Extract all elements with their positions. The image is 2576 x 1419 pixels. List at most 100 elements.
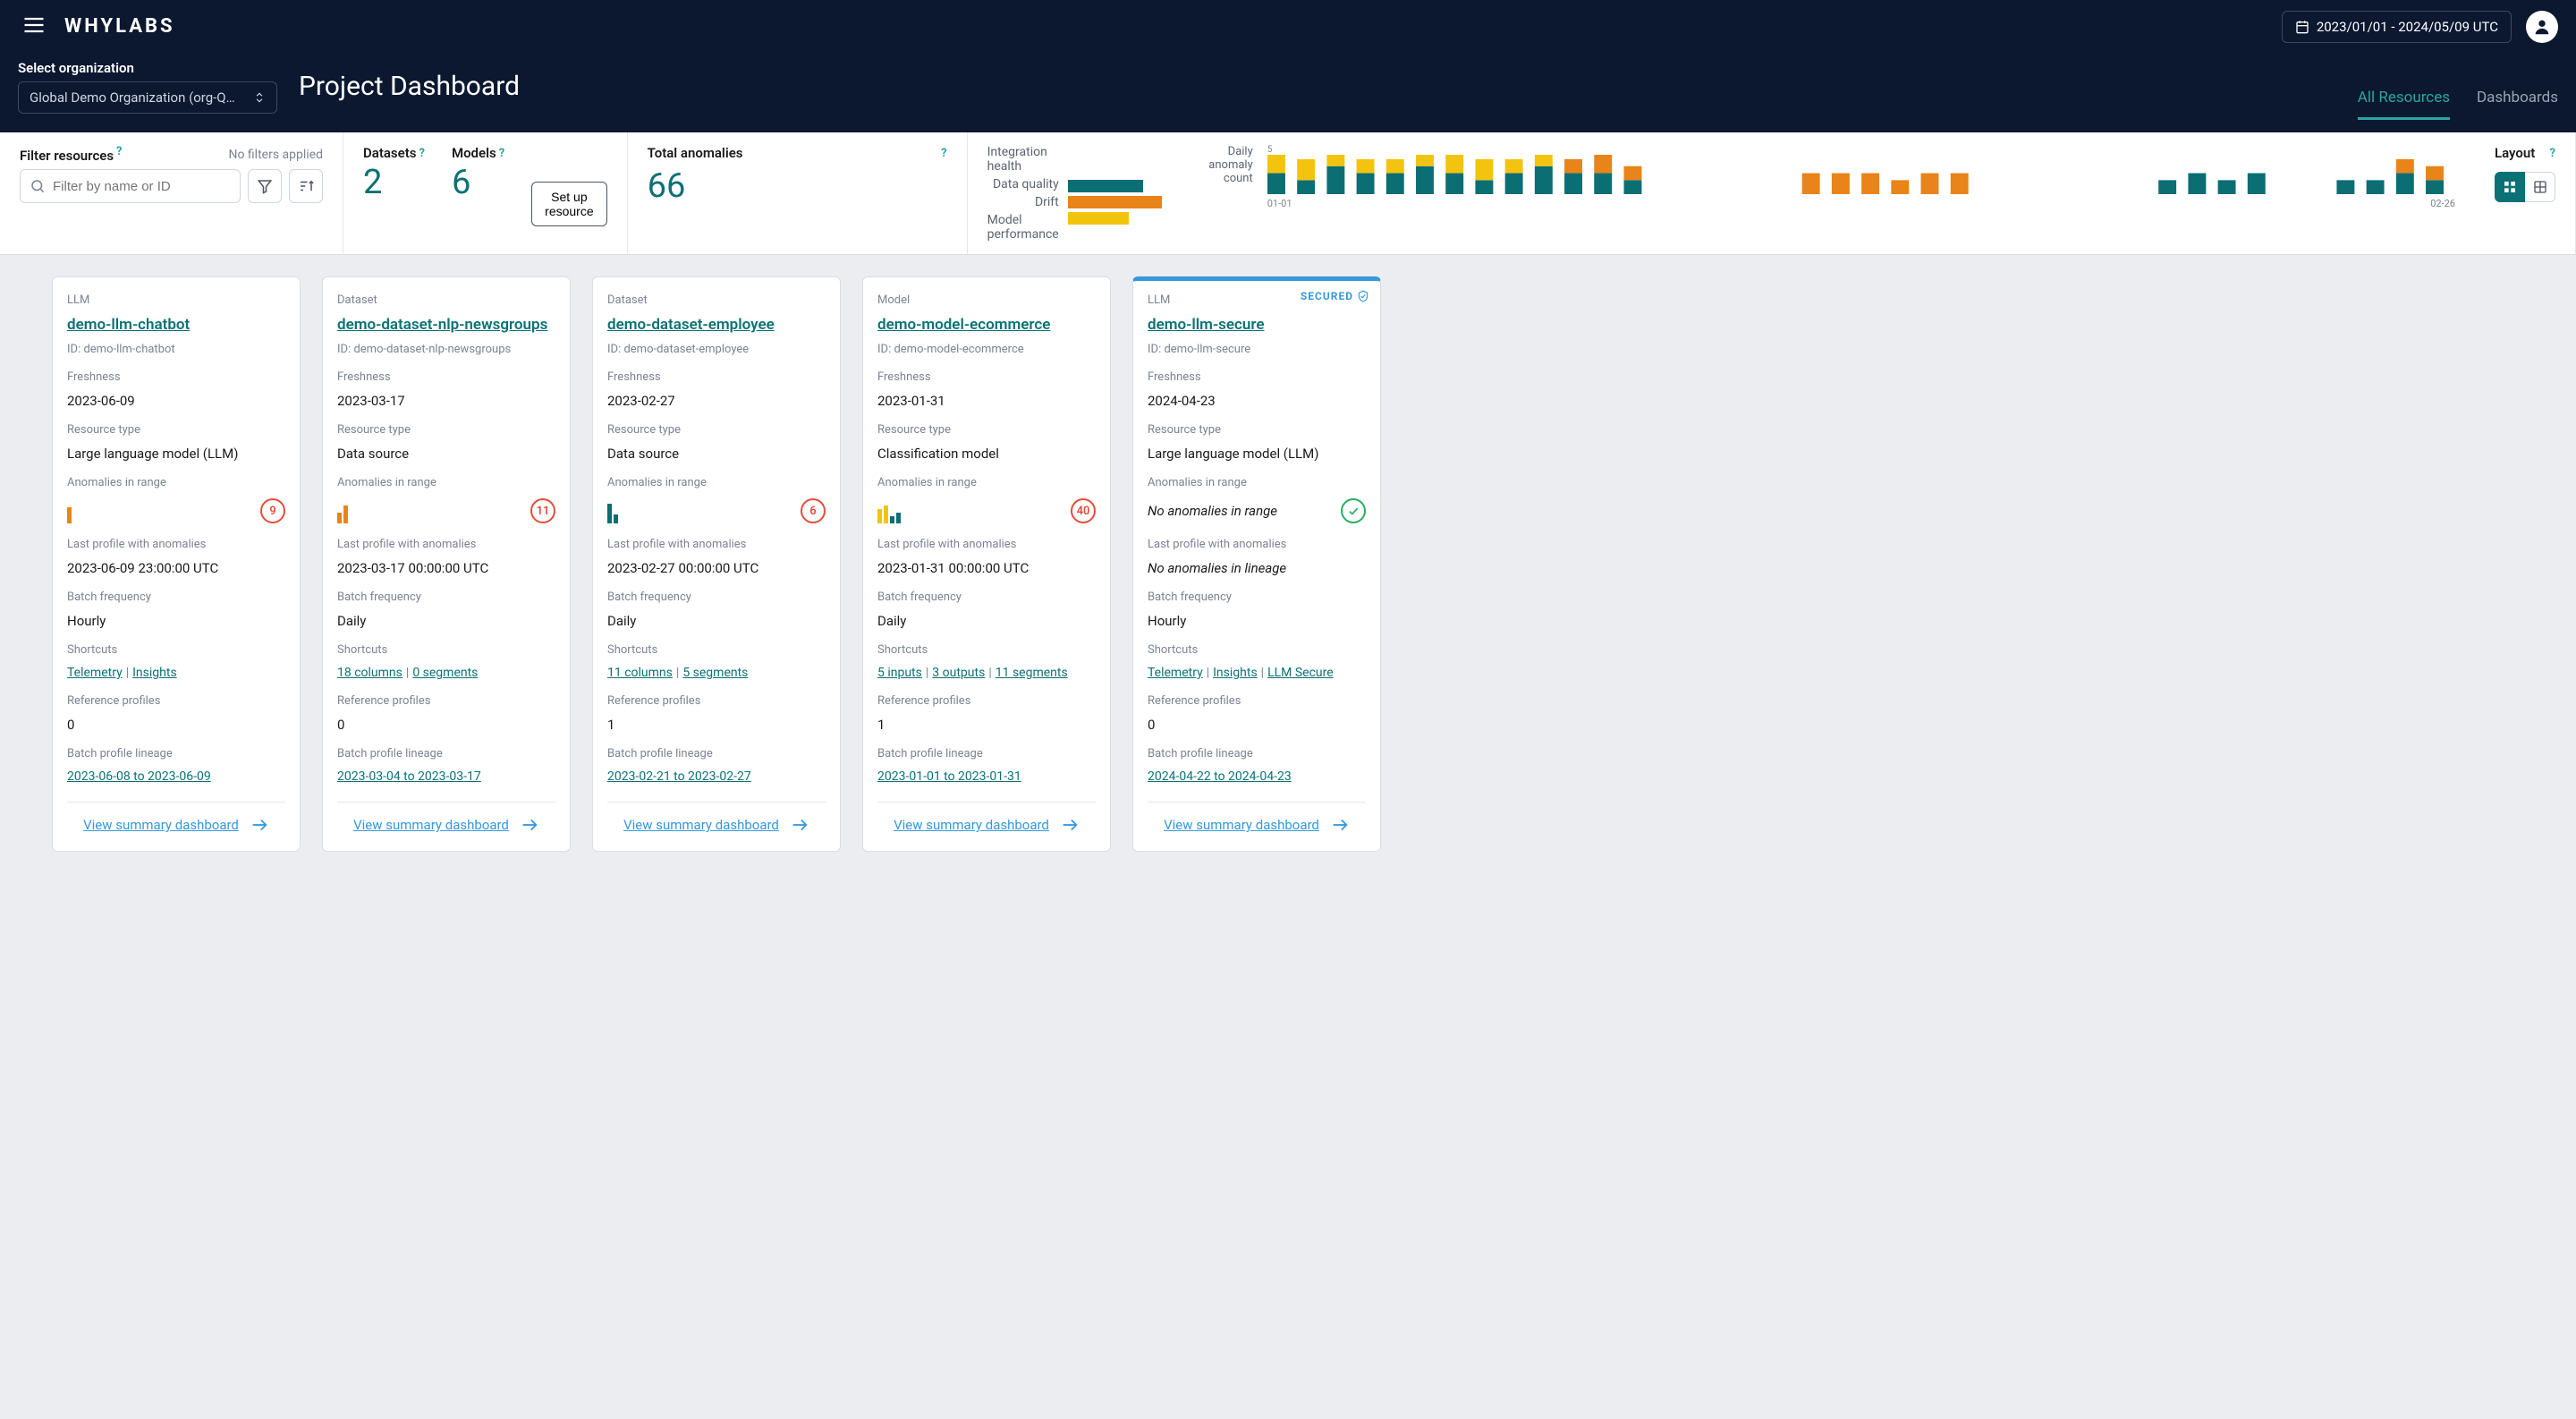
freshness-label: Freshness: [607, 370, 826, 384]
shortcuts-row: 11 columns|5 segments: [607, 666, 826, 680]
models-label: Models: [452, 145, 496, 161]
lineage-link[interactable]: 2023-06-08 to 2023-06-09: [67, 769, 285, 784]
shortcut-link[interactable]: Telemetry: [67, 666, 123, 680]
lineage-link[interactable]: 2023-01-01 to 2023-01-31: [877, 769, 1096, 784]
frequency-label: Batch frequency: [337, 591, 555, 604]
help-icon[interactable]: ?: [116, 145, 122, 158]
datasets-label: Datasets: [363, 145, 416, 161]
view-dashboard-link[interactable]: View summary dashboard: [67, 815, 285, 835]
help-icon[interactable]: ?: [419, 147, 424, 160]
models-count: 6: [452, 163, 504, 202]
type-label: Resource type: [67, 423, 285, 437]
last-anomaly-value: No anomalies in lineage: [1148, 560, 1366, 576]
shortcut-link[interactable]: 0 segments: [412, 666, 478, 680]
help-icon[interactable]: ?: [941, 147, 946, 160]
shortcut-link[interactable]: Insights: [1213, 666, 1258, 680]
filter-icon: [257, 178, 273, 194]
user-avatar[interactable]: [2526, 11, 2558, 43]
lineage-label: Batch profile lineage: [1148, 747, 1366, 760]
last-anomaly-label: Last profile with anomalies: [337, 538, 555, 551]
filter-search-wrapper: [20, 169, 241, 203]
view-dashboard-link[interactable]: View summary dashboard: [337, 815, 555, 835]
filter-search-input[interactable]: [53, 179, 231, 194]
last-anomaly-label: Last profile with anomalies: [67, 538, 285, 551]
tab-all-resources[interactable]: All Resources: [2358, 89, 2450, 120]
shortcut-link[interactable]: 11 segments: [996, 666, 1068, 680]
shortcut-link[interactable]: LLM Secure: [1267, 666, 1334, 680]
chevron-updown-icon: [253, 91, 266, 104]
resource-card: Dataset demo-dataset-nlp-newsgroups ID: …: [322, 276, 571, 852]
anomalies-text: No anomalies in range: [1148, 503, 1277, 519]
view-dashboard-link[interactable]: View summary dashboard: [877, 815, 1096, 835]
layout-label: Layout: [2495, 145, 2535, 161]
card-name-link[interactable]: demo-dataset-nlp-newsgroups: [337, 316, 555, 334]
anomalies-badge: 6: [801, 498, 826, 523]
date-range-picker[interactable]: 2023/01/01 - 2024/05/09 UTC: [2282, 11, 2512, 43]
freshness-label: Freshness: [877, 370, 1096, 384]
setup-resource-button[interactable]: Set up resource: [531, 182, 606, 226]
freshness-value: 2023-02-27: [607, 393, 826, 409]
lineage-label: Batch profile lineage: [877, 747, 1096, 760]
org-selector[interactable]: Global Demo Organization (org-Q…: [18, 81, 277, 114]
last-anomaly-value: 2023-06-09 23:00:00 UTC: [67, 560, 285, 576]
sort-button[interactable]: [289, 169, 323, 203]
card-category: Model: [877, 293, 1096, 307]
ref-profiles-label: Reference profiles: [1148, 694, 1366, 708]
anomalies-sparkline: [607, 498, 618, 523]
last-anomaly-label: Last profile with anomalies: [877, 538, 1096, 551]
resource-card: Model demo-model-ecommerce ID: demo-mode…: [862, 276, 1111, 852]
help-icon[interactable]: ?: [499, 147, 504, 160]
frequency-label: Batch frequency: [1148, 591, 1366, 604]
anomalies-sparkline: [337, 498, 348, 523]
shortcuts-row: 5 inputs|3 outputs|11 segments: [877, 666, 1096, 680]
daily-label-3: count: [1182, 172, 1253, 185]
logo: WHYLABS: [64, 15, 175, 38]
shortcut-link[interactable]: Telemetry: [1148, 666, 1203, 680]
user-icon: [2532, 17, 2552, 37]
ref-profiles-value: 1: [607, 717, 826, 733]
arrow-right-icon: [250, 815, 269, 835]
health-integration-label: Integration health: [987, 145, 1059, 174]
anomalies-badge: 40: [1071, 498, 1096, 523]
shortcut-link[interactable]: 11 columns: [607, 666, 673, 680]
layout-list-button[interactable]: [2525, 172, 2555, 202]
filter-button[interactable]: [248, 169, 282, 203]
shortcut-link[interactable]: 18 columns: [337, 666, 402, 680]
ref-profiles-label: Reference profiles: [337, 694, 555, 708]
last-anomaly-label: Last profile with anomalies: [1148, 538, 1366, 551]
card-category: LLM: [67, 293, 285, 307]
type-value: Large language model (LLM): [67, 446, 285, 462]
sort-icon: [298, 178, 314, 194]
card-category: Dataset: [337, 293, 555, 307]
card-name-link[interactable]: demo-dataset-employee: [607, 316, 826, 334]
help-icon[interactable]: ?: [2550, 147, 2555, 160]
arrow-right-icon: [1060, 815, 1080, 835]
shortcut-link[interactable]: Insights: [132, 666, 177, 680]
view-dashboard-link[interactable]: View summary dashboard: [607, 815, 826, 835]
layout-grid-button[interactable]: [2495, 172, 2525, 202]
frequency-value: Daily: [877, 613, 1096, 629]
card-name-link[interactable]: demo-llm-chatbot: [67, 316, 285, 334]
lineage-link[interactable]: 2024-04-22 to 2024-04-23: [1148, 769, 1366, 784]
last-anomaly-label: Last profile with anomalies: [607, 538, 826, 551]
shortcut-link[interactable]: 5 segments: [682, 666, 748, 680]
shortcut-link[interactable]: 5 inputs: [877, 666, 922, 680]
freshness-value: 2024-04-23: [1148, 393, 1366, 409]
anomalies-label: Anomalies in range: [877, 476, 1096, 489]
card-name-link[interactable]: demo-llm-secure: [1148, 316, 1366, 334]
lineage-link[interactable]: 2023-02-21 to 2023-02-27: [607, 769, 826, 784]
lineage-link[interactable]: 2023-03-04 to 2023-03-17: [337, 769, 555, 784]
date-range-text: 2023/01/01 - 2024/05/09 UTC: [2317, 19, 2498, 35]
hamburger-menu[interactable]: [18, 9, 50, 44]
tab-dashboards[interactable]: Dashboards: [2477, 89, 2558, 120]
health-perf-label: Model performance: [987, 213, 1059, 242]
view-dashboard-link[interactable]: View summary dashboard: [1148, 815, 1366, 835]
card-name-link[interactable]: demo-model-ecommerce: [877, 316, 1096, 334]
type-label: Resource type: [337, 423, 555, 437]
shortcuts-label: Shortcuts: [607, 643, 826, 657]
ref-profiles-value: 0: [337, 717, 555, 733]
type-label: Resource type: [1148, 423, 1366, 437]
card-id: ID: demo-dataset-nlp-newsgroups: [337, 343, 555, 356]
frequency-label: Batch frequency: [607, 591, 826, 604]
shortcut-link[interactable]: 3 outputs: [932, 666, 985, 680]
